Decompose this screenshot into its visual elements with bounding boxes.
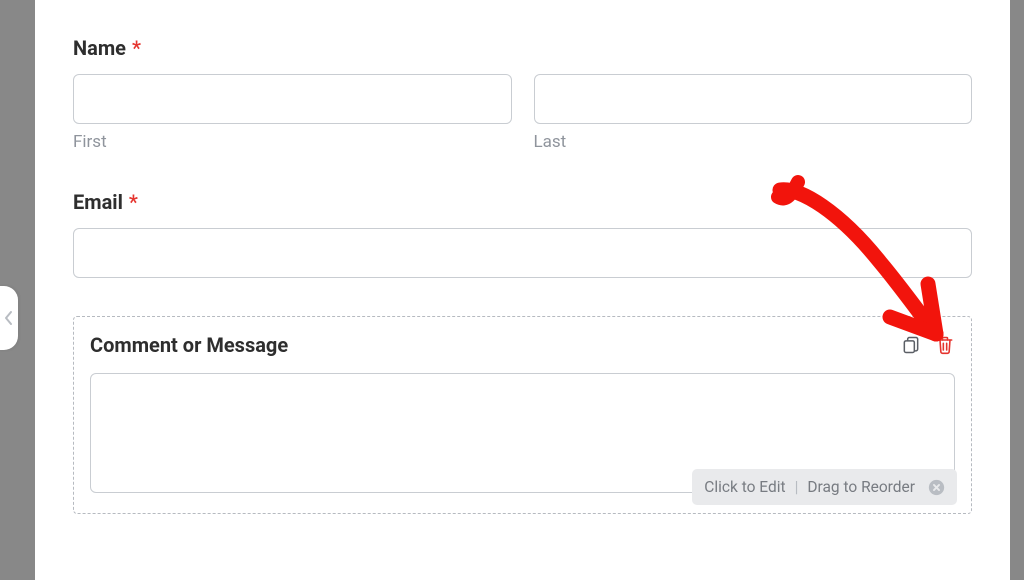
collapsed-sidebar-tab[interactable] <box>0 286 18 350</box>
email-field: Email * <box>73 190 972 278</box>
chevron-left-icon <box>4 310 14 326</box>
first-name-sublabel: First <box>73 132 512 152</box>
required-mark: * <box>129 190 138 214</box>
comment-label: Comment or Message <box>90 333 288 357</box>
last-name-input[interactable] <box>534 74 973 124</box>
close-icon[interactable] <box>927 478 945 496</box>
hint-drag-text: Drag to Reorder <box>807 478 915 496</box>
edit-hint-tooltip: Click to Edit | Drag to Reorder <box>692 469 957 505</box>
comment-field-selected[interactable]: Comment or Message <box>73 316 972 514</box>
email-label-row: Email * <box>73 190 972 214</box>
duplicate-icon[interactable] <box>901 335 921 355</box>
name-field: Name * First Last <box>73 36 972 152</box>
hint-click-text: Click to Edit <box>704 478 785 496</box>
required-mark: * <box>132 36 141 60</box>
hint-separator: | <box>794 478 800 496</box>
name-label-row: Name * <box>73 36 972 60</box>
first-name-input[interactable] <box>73 74 512 124</box>
field-action-icons <box>901 335 955 355</box>
trash-icon[interactable] <box>935 335 955 355</box>
form-builder-canvas: Name * First Last Email * Comment or Mes… <box>35 0 1010 580</box>
name-label: Name <box>73 36 126 60</box>
last-name-sublabel: Last <box>534 132 973 152</box>
email-label: Email <box>73 190 123 214</box>
email-input[interactable] <box>73 228 972 278</box>
